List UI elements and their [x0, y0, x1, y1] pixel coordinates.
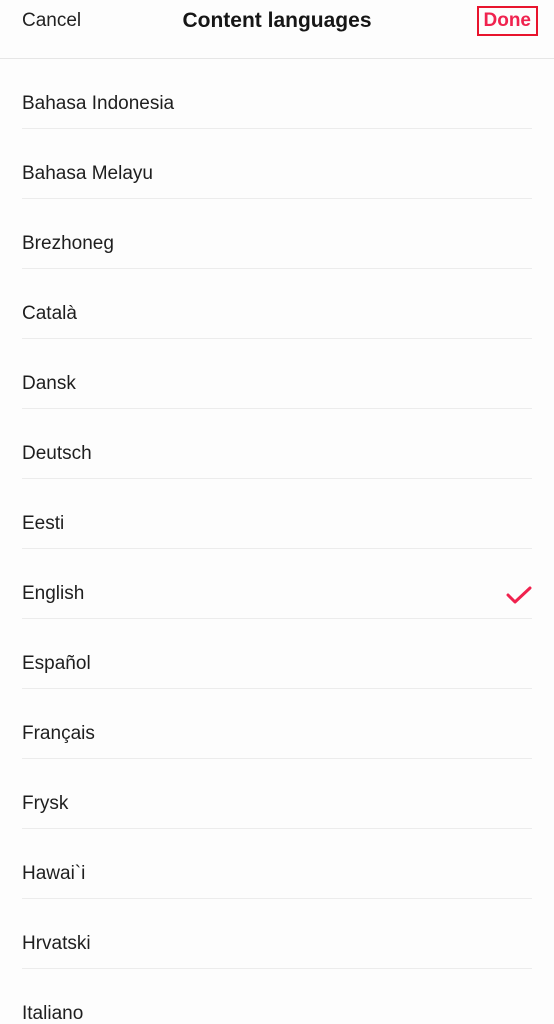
- language-item-deutsch[interactable]: Deutsch: [22, 409, 532, 479]
- language-item-eesti[interactable]: Eesti: [22, 479, 532, 549]
- language-item-francais[interactable]: Français: [22, 689, 532, 759]
- language-label: Brezhoneg: [22, 233, 114, 254]
- language-item-dansk[interactable]: Dansk: [22, 339, 532, 409]
- header-bar: Cancel Content languages Done: [0, 0, 554, 59]
- page-title: Content languages: [182, 9, 372, 32]
- language-label: Deutsch: [22, 443, 92, 464]
- language-label: Español: [22, 653, 91, 674]
- language-item-bahasa-melayu[interactable]: Bahasa Melayu: [22, 129, 532, 199]
- language-label: English: [22, 583, 85, 604]
- language-item-hrvatski[interactable]: Hrvatski: [22, 899, 532, 969]
- language-label: Hawai`i: [22, 863, 86, 884]
- language-list: Bahasa Indonesia Bahasa Melayu Brezhoneg…: [0, 59, 554, 1024]
- content-languages-screen: Cancel Content languages Done Bahasa Ind…: [0, 0, 554, 1024]
- language-item-brezhoneg[interactable]: Brezhoneg: [22, 199, 532, 269]
- language-label: Català: [22, 303, 77, 324]
- language-item-hawaii[interactable]: Hawai`i: [22, 829, 532, 899]
- language-label: Eesti: [22, 513, 65, 534]
- language-item-catala[interactable]: Català: [22, 269, 532, 339]
- language-label: Bahasa Indonesia: [22, 93, 175, 114]
- done-button[interactable]: Done: [476, 6, 538, 36]
- language-item-espanol[interactable]: Español: [22, 619, 532, 689]
- language-label: Dansk: [22, 373, 76, 394]
- language-label: Italiano: [22, 1003, 84, 1024]
- language-item-bahasa-indonesia[interactable]: Bahasa Indonesia: [22, 59, 532, 129]
- language-item-frysk[interactable]: Frysk: [22, 759, 532, 829]
- language-label: Français: [22, 723, 95, 744]
- language-label: Bahasa Melayu: [22, 163, 153, 184]
- language-label: Frysk: [22, 793, 69, 814]
- checkmark-icon: [506, 586, 532, 604]
- language-item-english[interactable]: English: [22, 549, 532, 619]
- language-label: Hrvatski: [22, 933, 91, 954]
- language-item-italiano[interactable]: Italiano: [22, 969, 532, 1024]
